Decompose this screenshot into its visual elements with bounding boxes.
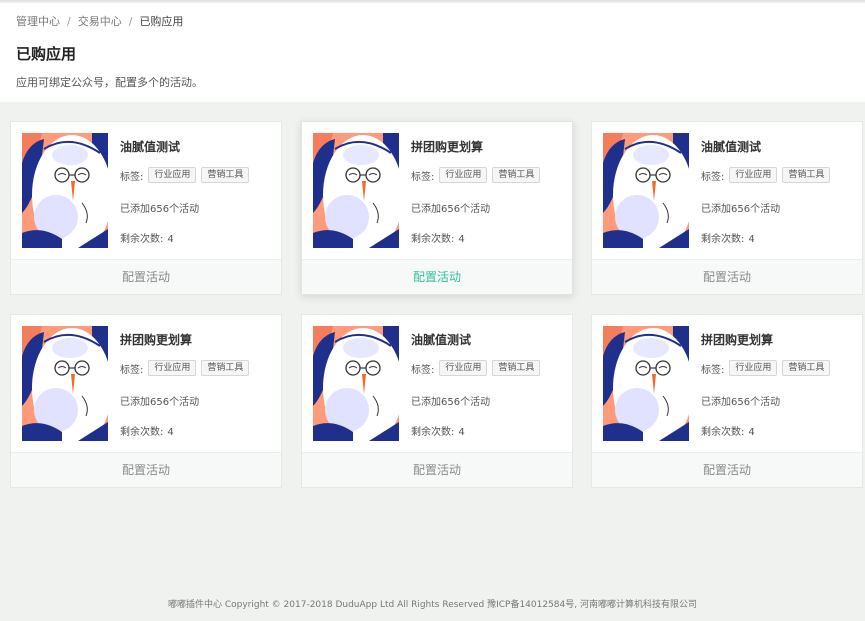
tags-label: 标签: [411,171,435,183]
app-card: 油腻值测试 标签: 行业应用 营销工具 已添加656个活动 剩余次数: 4 配置活… [10,121,282,295]
remaining-label: 剩余次数: [120,234,164,245]
app-name: 油腻值测试 [701,140,762,154]
remaining-value: 4 [458,427,465,438]
remaining-label: 剩余次数: [701,427,745,438]
app-name: 油腻值测试 [411,333,472,347]
tag-badge: 行业应用 [729,167,778,183]
tags-label: 标签: [120,171,144,183]
remaining-value: 4 [458,234,465,245]
app-name: 拼团购更划算 [120,333,193,347]
remaining-uses: 剩余次数: 4 [411,423,465,438]
remaining-value: 4 [748,234,755,245]
tags-label: 标签: [701,171,725,183]
tag-badge: 营销工具 [782,167,831,183]
tag-badge: 行业应用 [729,360,778,376]
activity-count: 已添加656个活动 [701,204,781,215]
remaining-uses: 剩余次数: 4 [120,423,174,438]
app-thumbnail [603,326,689,441]
app-tags: 标签: 行业应用 营销工具 [411,360,541,376]
page-description: 应用可绑定公众号，配置多个的活动。 [16,76,203,89]
remaining-label: 剩余次数: [701,234,745,245]
app-thumbnail [22,133,108,248]
configure-activity-button[interactable]: 配置活动 [302,452,572,487]
remaining-value: 4 [748,427,755,438]
app-tags: 标签: 行业应用 营销工具 [120,167,250,183]
app-thumbnail [313,133,399,248]
remaining-uses: 剩余次数: 4 [701,423,755,438]
app-card: 油腻值测试 标签: 行业应用 营销工具 已添加656个活动 剩余次数: 4 配置活… [301,314,573,488]
footer-copyright: 嘟嘟插件中心 Copyright © 2017-2018 DuduApp Ltd… [167,600,697,610]
tags-label: 标签: [701,364,725,376]
app-name: 油腻值测试 [120,140,181,154]
app-name: 拼团购更划算 [411,140,484,154]
remaining-label: 剩余次数: [411,234,455,245]
tags-label: 标签: [411,364,435,376]
remaining-label: 剩余次数: [120,427,164,438]
app-card: 拼团购更划算 标签: 行业应用 营销工具 已添加656个活动 剩余次数: 4 配置… [591,314,863,488]
app-name: 拼团购更划算 [701,333,774,347]
tag-badge: 行业应用 [148,360,197,376]
breadcrumb-item-trade[interactable]: 交易中心 [78,15,122,28]
configure-activity-button[interactable]: 配置活动 [592,452,862,487]
configure-activity-button[interactable]: 配置活动 [11,259,281,294]
activity-count: 已添加656个活动 [120,397,200,408]
activity-count: 已添加656个活动 [120,204,200,215]
activity-count: 已添加656个活动 [701,397,781,408]
tags-label: 标签: [120,364,144,376]
app-thumbnail [313,326,399,441]
app-tags: 标签: 行业应用 营销工具 [120,360,250,376]
tag-badge: 行业应用 [439,360,488,376]
configure-activity-button[interactable]: 配置活动 [11,452,281,487]
app-card: 拼团购更划算 标签: 行业应用 营销工具 已添加656个活动 剩余次数: 4 配置… [301,121,573,295]
tag-badge: 营销工具 [492,360,541,376]
tag-badge: 营销工具 [492,167,541,183]
configure-activity-button[interactable]: 配置活动 [592,259,862,294]
remaining-uses: 剩余次数: 4 [120,230,174,245]
tag-badge: 行业应用 [439,167,488,183]
tag-badge: 营销工具 [782,360,831,376]
app-tags: 标签: 行业应用 营销工具 [701,167,831,183]
configure-activity-button[interactable]: 配置活动 [302,259,572,294]
tag-badge: 营销工具 [201,360,250,376]
app-tags: 标签: 行业应用 营销工具 [411,167,541,183]
app-thumbnail [22,326,108,441]
app-card: 油腻值测试 标签: 行业应用 营销工具 已添加656个活动 剩余次数: 4 配置活… [591,121,863,295]
remaining-uses: 剩余次数: 4 [701,230,755,245]
page-title: 已购应用 [16,45,77,63]
remaining-value: 4 [167,234,174,245]
tag-badge: 营销工具 [201,167,250,183]
page-header: 管理中心 / 交易中心 / 已购应用 已购应用 应用可绑定公众号，配置多个的活动。 [0,3,865,102]
activity-count: 已添加656个活动 [411,204,491,215]
remaining-uses: 剩余次数: 4 [411,230,465,245]
breadcrumb-item-current: 已购应用 [139,15,184,28]
breadcrumb-separator: / [67,15,71,28]
remaining-label: 剩余次数: [411,427,455,438]
breadcrumb-separator: / [128,15,133,28]
tag-badge: 行业应用 [148,167,197,183]
app-thumbnail [603,133,689,248]
app-card: 拼团购更划算 标签: 行业应用 营销工具 已添加656个活动 剩余次数: 4 配置… [10,314,282,488]
app-tags: 标签: 行业应用 营销工具 [701,360,831,376]
breadcrumb: 管理中心 / 交易中心 / 已购应用 [16,3,849,29]
breadcrumb-item-admin[interactable]: 管理中心 [16,15,60,28]
remaining-value: 4 [167,427,174,438]
activity-count: 已添加656个活动 [411,397,491,408]
